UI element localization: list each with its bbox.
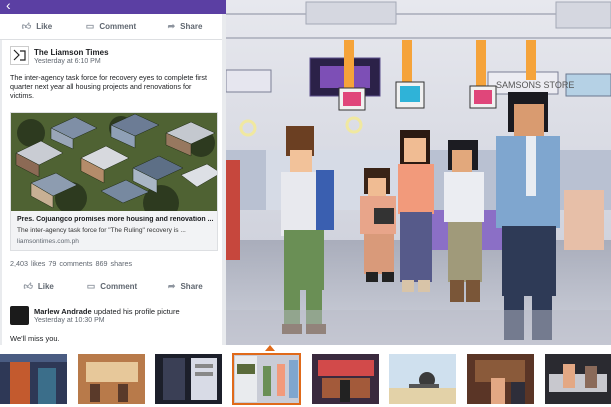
screenshot-gallery xyxy=(0,345,611,407)
newspaper-logo xyxy=(10,46,29,65)
game-screenshot: ‹ 👍︎ Like ▭ Comment ➦ Share The Liamson Tim… xyxy=(0,0,611,345)
gallery-thumbnail[interactable] xyxy=(0,354,67,404)
comment-bubble-icon: ▭ xyxy=(86,281,96,291)
phone-facebook-feed: ‹ 👍︎ Like ▭ Comment ➦ Share The Liamson Tim… xyxy=(0,0,226,345)
like-label: Like xyxy=(36,22,53,31)
comment-bubble-icon: ▭ xyxy=(85,21,95,31)
like-label: Like xyxy=(37,282,54,291)
gallery-thumbnail[interactable] xyxy=(389,354,456,404)
avatar[interactable] xyxy=(10,306,29,325)
comment-button[interactable]: ▭ Comment xyxy=(74,21,148,32)
back-icon[interactable]: ‹ xyxy=(6,0,11,13)
post-timestamp: Yesterday at 10:30 PM xyxy=(34,317,105,324)
like-button[interactable]: 👍︎ Like xyxy=(2,281,75,292)
share-button[interactable]: ➦ Share xyxy=(149,281,222,292)
link-title: Pres. Cojuangco promises more housing an… xyxy=(17,216,214,223)
gallery-thumbnail-active[interactable] xyxy=(232,353,301,405)
comment-label: Comment xyxy=(99,22,137,31)
gallery-thumbnail[interactable] xyxy=(155,354,222,404)
post-action-text: updated his profile picture xyxy=(93,307,180,316)
share-arrow-icon: ➦ xyxy=(167,21,176,31)
link-preview-image xyxy=(11,113,217,211)
comment-label: Comment xyxy=(100,282,138,291)
gallery-thumbnail[interactable] xyxy=(545,354,611,404)
share-button[interactable]: ➦ Share xyxy=(148,21,222,32)
post-timestamp: Yesterday at 6:10 PM xyxy=(34,58,101,65)
share-label: Share xyxy=(180,22,203,31)
link-description: The inter-agency task force for "The Rul… xyxy=(17,227,186,234)
share-arrow-icon: ➦ xyxy=(167,281,176,291)
news-post: The Liamson Times Yesterday at 6:10 PM T… xyxy=(2,40,222,278)
like-button[interactable]: 👍︎ Like xyxy=(0,21,74,32)
post-author[interactable]: The Liamson Times xyxy=(34,48,109,57)
link-domain: liamsontimes.com.ph xyxy=(17,238,79,245)
comment-button[interactable]: ▭ Comment xyxy=(75,281,148,292)
author-name[interactable]: Marlew Andrade xyxy=(34,307,92,316)
link-preview-card[interactable]: Pres. Cojuangco promises more housing an… xyxy=(10,112,218,251)
post-body: We'll miss you. xyxy=(10,334,60,343)
profile-update-post: Marlew Andrade updated his profile pictu… xyxy=(2,298,222,345)
ad-sign-text: SAMSONS STORE xyxy=(496,80,574,90)
post-body: The inter-agency task force for recovery… xyxy=(10,73,207,101)
post-author: Marlew Andrade updated his profile pictu… xyxy=(34,307,180,316)
share-label: Share xyxy=(180,282,203,291)
train-scene-illustration: SAMSONS STORE xyxy=(226,0,611,345)
gallery-thumbnail[interactable] xyxy=(312,354,379,404)
post-action-bar: 👍︎ Like ▭ Comment ➦ Share xyxy=(2,274,222,300)
thumbs-up-icon: 👍︎ xyxy=(23,281,33,291)
post-action-bar-top: 👍︎ Like ▭ Comment ➦ Share xyxy=(0,14,222,40)
phone-header-bar: ‹ xyxy=(0,0,226,14)
thumbs-up-icon: 👍︎ xyxy=(21,21,32,31)
gallery-thumbnail[interactable] xyxy=(78,354,145,404)
active-thumbnail-marker xyxy=(265,345,275,351)
gallery-thumbnail[interactable] xyxy=(467,354,534,404)
post-stats[interactable]: 2,403 likes 79 comments 869 shares xyxy=(10,259,132,268)
